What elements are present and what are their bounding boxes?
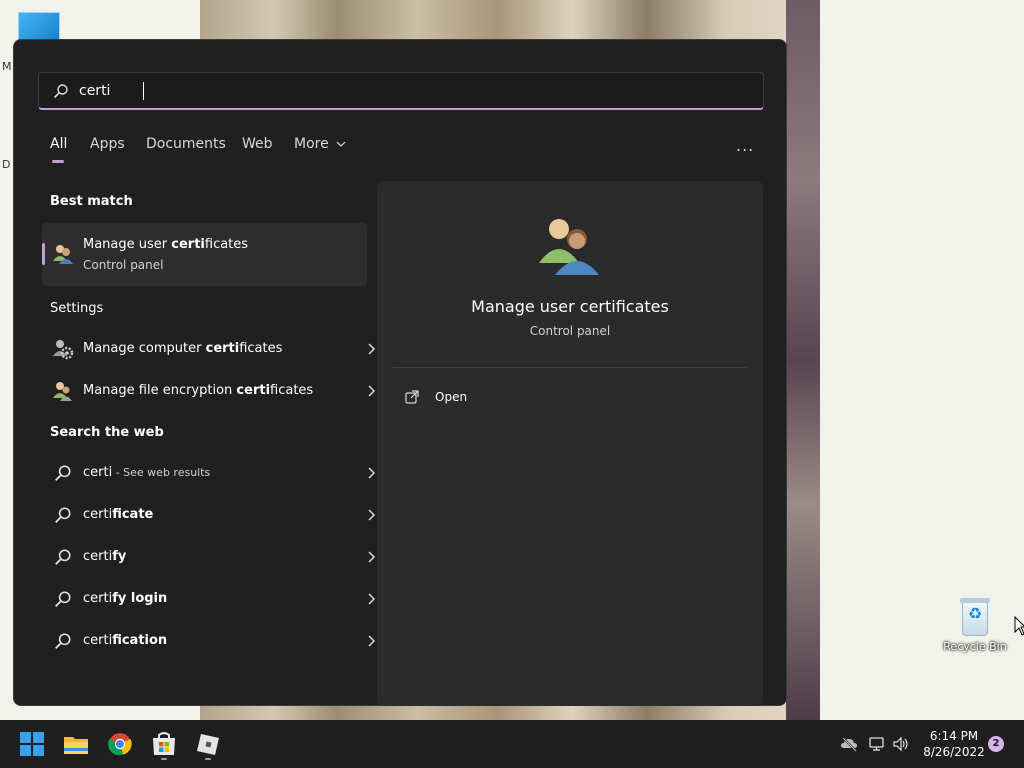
users-icon [53, 382, 72, 401]
clock[interactable]: 6:14 PM 8/26/2022 [920, 728, 988, 760]
open-button[interactable]: Open [393, 383, 573, 411]
users-icon [53, 245, 73, 264]
web-result-label: certify [83, 549, 127, 564]
tab-label: Web [242, 136, 273, 152]
settings-item-label: Manage file encryption certificates [83, 383, 314, 398]
running-indicator [161, 758, 167, 760]
search-box[interactable] [38, 72, 764, 110]
preview-title: Manage user certificates [471, 297, 669, 316]
text-caret [143, 82, 144, 100]
tab-web[interactable]: Web [242, 136, 273, 152]
active-tab-indicator [52, 160, 64, 163]
file-explorer-icon [64, 737, 88, 754]
tab-apps[interactable]: Apps [90, 136, 125, 152]
clock-date: 8/26/2022 [923, 745, 985, 759]
settings-item-file-encryption-certificates[interactable]: Manage file encryption certificates [42, 371, 376, 411]
search-input[interactable] [79, 81, 739, 101]
web-result-label: certi - See web results [83, 465, 211, 480]
web-result-item[interactable]: certify [42, 537, 376, 577]
section-title-settings: Settings [50, 301, 104, 316]
chevron-down-icon [336, 141, 346, 147]
desktop-label-fragment: D [2, 158, 11, 171]
settings-item-label: Manage computer certificates [83, 341, 283, 356]
search-icon [55, 633, 71, 649]
best-match-title: Manage user certificates [83, 237, 249, 252]
tab-label: Apps [90, 136, 125, 152]
open-external-icon [405, 390, 419, 404]
web-result-item[interactable]: certi - See web results [42, 453, 376, 493]
tab-more[interactable]: More [294, 136, 346, 152]
tab-label: All [50, 136, 68, 152]
microsoft-store-button[interactable] [148, 728, 180, 760]
wallpaper-edge [786, 0, 820, 720]
mouse-cursor-icon [1014, 615, 1024, 640]
microsoft-store-icon [153, 732, 175, 755]
recycle-bin-icon: ♻ [958, 596, 992, 636]
chevron-right-icon [368, 467, 376, 479]
open-label: Open [435, 390, 468, 404]
more-options-button[interactable]: ... [736, 136, 754, 155]
preview-pane: Manage user certificates Control panel O… [377, 181, 763, 706]
search-panel: All Apps Documents Web More ... Best mat… [13, 39, 787, 706]
section-title-search-web: Search the web [50, 425, 164, 440]
best-match-subtitle: Control panel [83, 258, 164, 272]
web-result-label: certification [83, 633, 168, 648]
computer-gear-icon [53, 340, 74, 360]
desktop-shortcut-icon[interactable] [18, 12, 60, 40]
search-icon [55, 507, 71, 523]
recycle-bin[interactable]: ♻ Recycle Bin [940, 596, 1010, 653]
web-result-item[interactable]: certification [42, 621, 376, 661]
search-icon [55, 591, 71, 607]
running-indicator [205, 758, 211, 760]
notification-badge[interactable]: 2 [988, 736, 1004, 752]
search-icon [55, 465, 71, 481]
chevron-right-icon [368, 593, 376, 605]
settings-item-computer-certificates[interactable]: Manage computer certificates [42, 329, 376, 369]
chrome-icon [108, 733, 132, 756]
divider [393, 367, 747, 368]
chevron-right-icon [368, 343, 376, 355]
start-button[interactable] [16, 728, 48, 760]
selection-accent [42, 243, 45, 265]
chevron-right-icon [368, 509, 376, 521]
preview-subtitle: Control panel [529, 324, 611, 338]
web-result-item[interactable]: certify login [42, 579, 376, 619]
section-title-best-match: Best match [50, 194, 133, 209]
tab-all[interactable]: All [50, 136, 68, 163]
desktop-label-fragment: M [2, 60, 12, 73]
web-result-label: certify login [83, 591, 168, 606]
best-match-item[interactable]: Manage user certificates Control panel [42, 223, 367, 286]
tab-label: Documents [146, 136, 226, 152]
chrome-button[interactable] [104, 728, 136, 760]
search-icon [53, 84, 68, 99]
web-result-label: certificate [83, 507, 154, 522]
tab-documents[interactable]: Documents [146, 136, 226, 152]
network-icon[interactable] [868, 736, 886, 752]
volume-icon[interactable] [892, 736, 910, 752]
taskbar: 6:14 PM 8/26/2022 2 [0, 720, 1024, 768]
web-result-item[interactable]: certificate [42, 495, 376, 535]
chevron-right-icon [368, 385, 376, 397]
tab-label: More [294, 136, 329, 152]
clock-time: 6:14 PM [929, 729, 979, 743]
pinned-app-button[interactable] [192, 728, 224, 760]
chevron-right-icon [368, 551, 376, 563]
file-explorer-button[interactable] [60, 728, 92, 760]
chevron-right-icon [368, 635, 376, 647]
search-icon [55, 549, 71, 565]
onedrive-offline-icon[interactable] [840, 736, 858, 752]
windows-start-icon [20, 732, 44, 756]
recycle-bin-label: Recycle Bin [943, 640, 1007, 653]
users-icon [539, 219, 599, 275]
app-icon [197, 734, 219, 755]
